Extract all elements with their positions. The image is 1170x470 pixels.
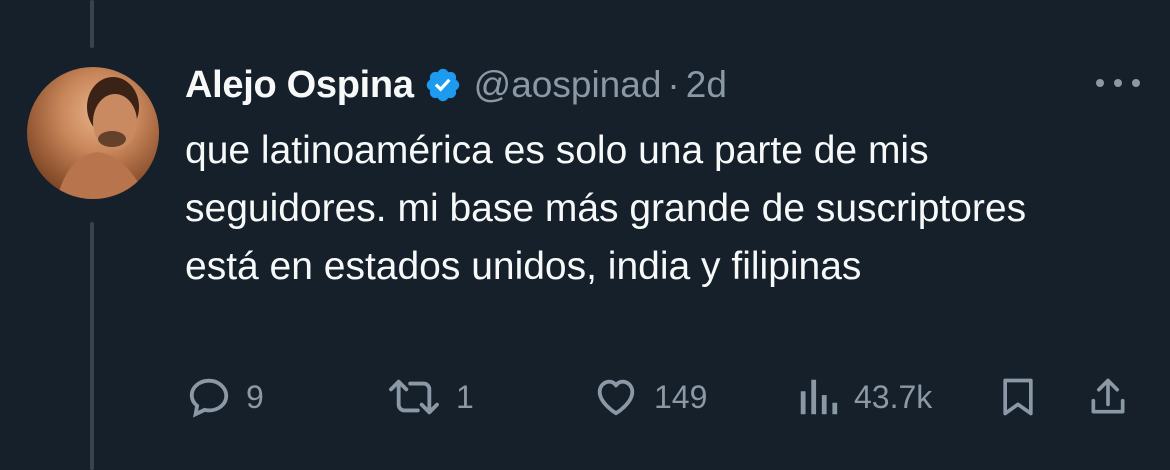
- bookmark-icon: [1003, 378, 1033, 416]
- author-handle[interactable]: @aospinad: [474, 64, 662, 106]
- like-button[interactable]: 149: [592, 372, 707, 422]
- tweet-header: Alejo Ospina @aospinad · 2d: [185, 62, 727, 108]
- avatar[interactable]: [27, 67, 159, 199]
- views-button[interactable]: 43.7k: [796, 372, 932, 422]
- thread-line-bottom: [90, 222, 94, 470]
- share-icon: [1091, 378, 1125, 414]
- retweet-icon: [389, 379, 439, 415]
- verified-badge-icon: [424, 66, 462, 104]
- bookmark-button[interactable]: [996, 372, 1040, 422]
- like-count: 149: [654, 378, 708, 415]
- share-button[interactable]: [1086, 372, 1130, 422]
- reply-count: 9: [246, 378, 264, 415]
- tweet-time[interactable]: 2d: [686, 64, 727, 106]
- avatar-photo: [57, 77, 147, 199]
- more-dot: [1114, 79, 1122, 87]
- more-dot: [1132, 79, 1140, 87]
- more-dot: [1096, 79, 1104, 87]
- views-icon: [800, 379, 838, 415]
- heart-icon: [597, 379, 635, 416]
- reply-icon: [189, 378, 229, 418]
- views-count: 43.7k: [854, 378, 933, 415]
- reply-button[interactable]: 9: [186, 372, 264, 422]
- retweet-count: 1: [456, 378, 474, 415]
- separator-dot: ·: [667, 64, 680, 105]
- more-dots-icon[interactable]: [1096, 68, 1140, 98]
- action-bar: 9 1 149 43.7k: [0, 372, 1170, 422]
- thread-line-top: [90, 0, 94, 48]
- tweet-text: que latinoamérica es solo una parte de m…: [185, 129, 1027, 288]
- author-name[interactable]: Alejo Ospina: [185, 64, 414, 107]
- retweet-button[interactable]: 1: [386, 372, 474, 422]
